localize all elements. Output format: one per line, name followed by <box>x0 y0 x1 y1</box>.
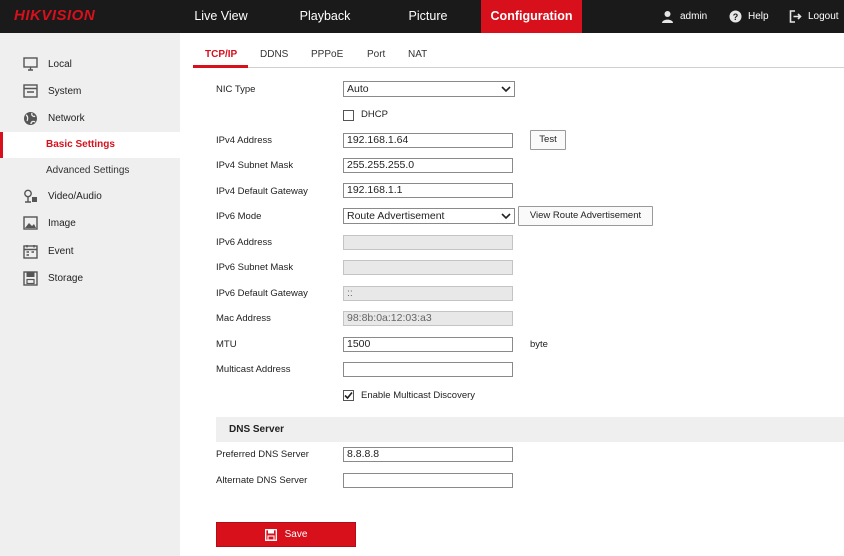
ipv6-default-gateway-label: IPv6 Default Gateway <box>216 288 308 299</box>
dns-server-section-header: DNS Server <box>216 417 844 442</box>
sidebar-item-label: Network <box>48 112 85 124</box>
nav-live-view[interactable]: Live View <box>180 0 262 33</box>
save-button-label: Save <box>284 529 308 540</box>
help-label: Help <box>748 11 769 22</box>
preferred-dns-input[interactable]: 8.8.8.8 <box>343 447 513 462</box>
ipv6-address-input <box>343 235 513 250</box>
help-icon: ? <box>729 10 742 23</box>
mac-address-input: 98:8b:0a:12:03:a3 <box>343 311 513 326</box>
sidebar-subitem-label: Advanced Settings <box>46 165 130 176</box>
sidebar-item-system[interactable]: System <box>0 79 180 103</box>
ipv4-subnet-mask-label: IPv4 Subnet Mask <box>216 160 294 171</box>
logout-label: Logout <box>808 11 839 22</box>
ipv6-default-gateway-input: :: <box>343 286 513 301</box>
nav-picture[interactable]: Picture <box>390 0 466 33</box>
user-menu[interactable]: admin <box>661 0 707 33</box>
settings-tabs: TCP/IP DDNS PPPoE Port NAT <box>193 44 844 68</box>
mtu-input[interactable]: 1500 <box>343 337 513 352</box>
multicast-discovery-label: Enable Multicast Discovery <box>361 390 476 401</box>
active-tab-indicator <box>193 65 248 68</box>
nav-playback[interactable]: Playback <box>282 0 368 33</box>
video-audio-icon <box>22 188 38 204</box>
sidebar-item-label: Image <box>48 217 76 229</box>
multicast-address-label: Multicast Address <box>216 364 291 375</box>
sidebar-subitem-label: Basic Settings <box>46 139 115 150</box>
save-button[interactable]: Save <box>216 522 356 547</box>
hikvision-logo: HIKVISION <box>14 7 96 24</box>
multicast-address-input[interactable] <box>343 362 513 377</box>
multicast-discovery-checkbox[interactable] <box>343 390 354 401</box>
top-navigation-bar: HIKVISION Live View Playback Picture Con… <box>0 0 844 33</box>
ipv4-default-gateway-input[interactable]: 192.168.1.1 <box>343 183 513 198</box>
user-icon <box>662 11 673 23</box>
ipv6-address-label: IPv6 Address <box>216 237 272 248</box>
alternate-dns-label: Alternate DNS Server <box>216 475 308 486</box>
alternate-dns-input[interactable] <box>343 473 513 488</box>
sidebar-item-local[interactable]: Local <box>0 52 180 76</box>
ipv6-subnet-mask-label: IPv6 Subnet Mask <box>216 262 294 273</box>
logout-icon <box>789 10 802 23</box>
tab-port[interactable]: Port <box>367 49 385 60</box>
ipv4-subnet-mask-input[interactable]: 255.255.255.0 <box>343 158 513 173</box>
sidebar-item-label: Local <box>48 58 72 70</box>
dns-server-heading: DNS Server <box>229 424 285 435</box>
tab-pppoe[interactable]: PPPoE <box>311 49 343 60</box>
sidebar-item-storage[interactable]: Storage <box>0 266 180 290</box>
nic-type-label: NIC Type <box>216 84 256 95</box>
tab-tcp-ip[interactable]: TCP/IP <box>205 49 237 60</box>
test-button[interactable]: Test <box>530 130 566 150</box>
sidebar-item-network[interactable]: Network <box>0 106 180 130</box>
ipv4-address-label: IPv4 Address <box>216 135 272 146</box>
ipv6-mode-value: Route Advertisement <box>347 210 445 222</box>
sidebar-subitem-basic-settings[interactable]: Basic Settings <box>0 132 180 158</box>
sidebar-subitem-advanced-settings[interactable]: Advanced Settings <box>0 158 180 184</box>
sidebar: Local System Network Basic Settings Adva… <box>0 33 180 556</box>
ipv6-mode-select[interactable]: Route Advertisement <box>343 208 515 224</box>
chevron-down-icon <box>501 213 511 220</box>
tab-ddns[interactable]: DDNS <box>260 49 288 60</box>
logout-link[interactable]: Logout <box>789 0 839 33</box>
ipv4-address-input[interactable]: 192.168.1.64 <box>343 133 513 148</box>
ipv4-default-gateway-label: IPv4 Default Gateway <box>216 186 308 197</box>
monitor-icon <box>22 56 38 72</box>
storage-icon <box>22 270 38 286</box>
username-label: admin <box>680 11 708 22</box>
nav-configuration[interactable]: Configuration <box>481 0 582 33</box>
tab-nat[interactable]: NAT <box>408 49 427 60</box>
ipv6-subnet-mask-input <box>343 260 513 275</box>
sidebar-item-event[interactable]: Event <box>0 239 180 263</box>
dhcp-checkbox[interactable] <box>343 110 354 121</box>
calendar-icon <box>22 243 38 259</box>
sidebar-item-label: Storage <box>48 272 84 284</box>
chevron-down-icon <box>501 86 511 93</box>
mtu-label: MTU <box>216 339 237 350</box>
sidebar-item-label: Event <box>48 245 74 257</box>
globe-icon <box>22 110 38 126</box>
preferred-dns-label: Preferred DNS Server <box>216 449 309 460</box>
image-icon <box>22 215 38 231</box>
sidebar-item-label: Video/Audio <box>48 190 102 202</box>
dhcp-label: DHCP <box>361 109 388 120</box>
svg-text:?: ? <box>733 12 739 22</box>
mac-address-label: Mac Address <box>216 313 271 324</box>
system-icon <box>22 83 38 99</box>
checkmark-icon <box>344 391 353 400</box>
ipv6-mode-label: IPv6 Mode <box>216 211 262 222</box>
sidebar-item-image[interactable]: Image <box>0 211 180 235</box>
sidebar-item-video-audio[interactable]: Video/Audio <box>0 184 180 208</box>
floppy-disk-icon <box>264 528 277 541</box>
help-link[interactable]: ? Help <box>729 0 769 33</box>
nic-type-select[interactable]: Auto <box>343 81 515 97</box>
sidebar-item-label: System <box>48 85 82 97</box>
mtu-unit-label: byte <box>530 339 548 350</box>
nic-type-value: Auto <box>347 83 369 95</box>
view-route-advertisement-button[interactable]: View Route Advertisement <box>518 206 653 226</box>
